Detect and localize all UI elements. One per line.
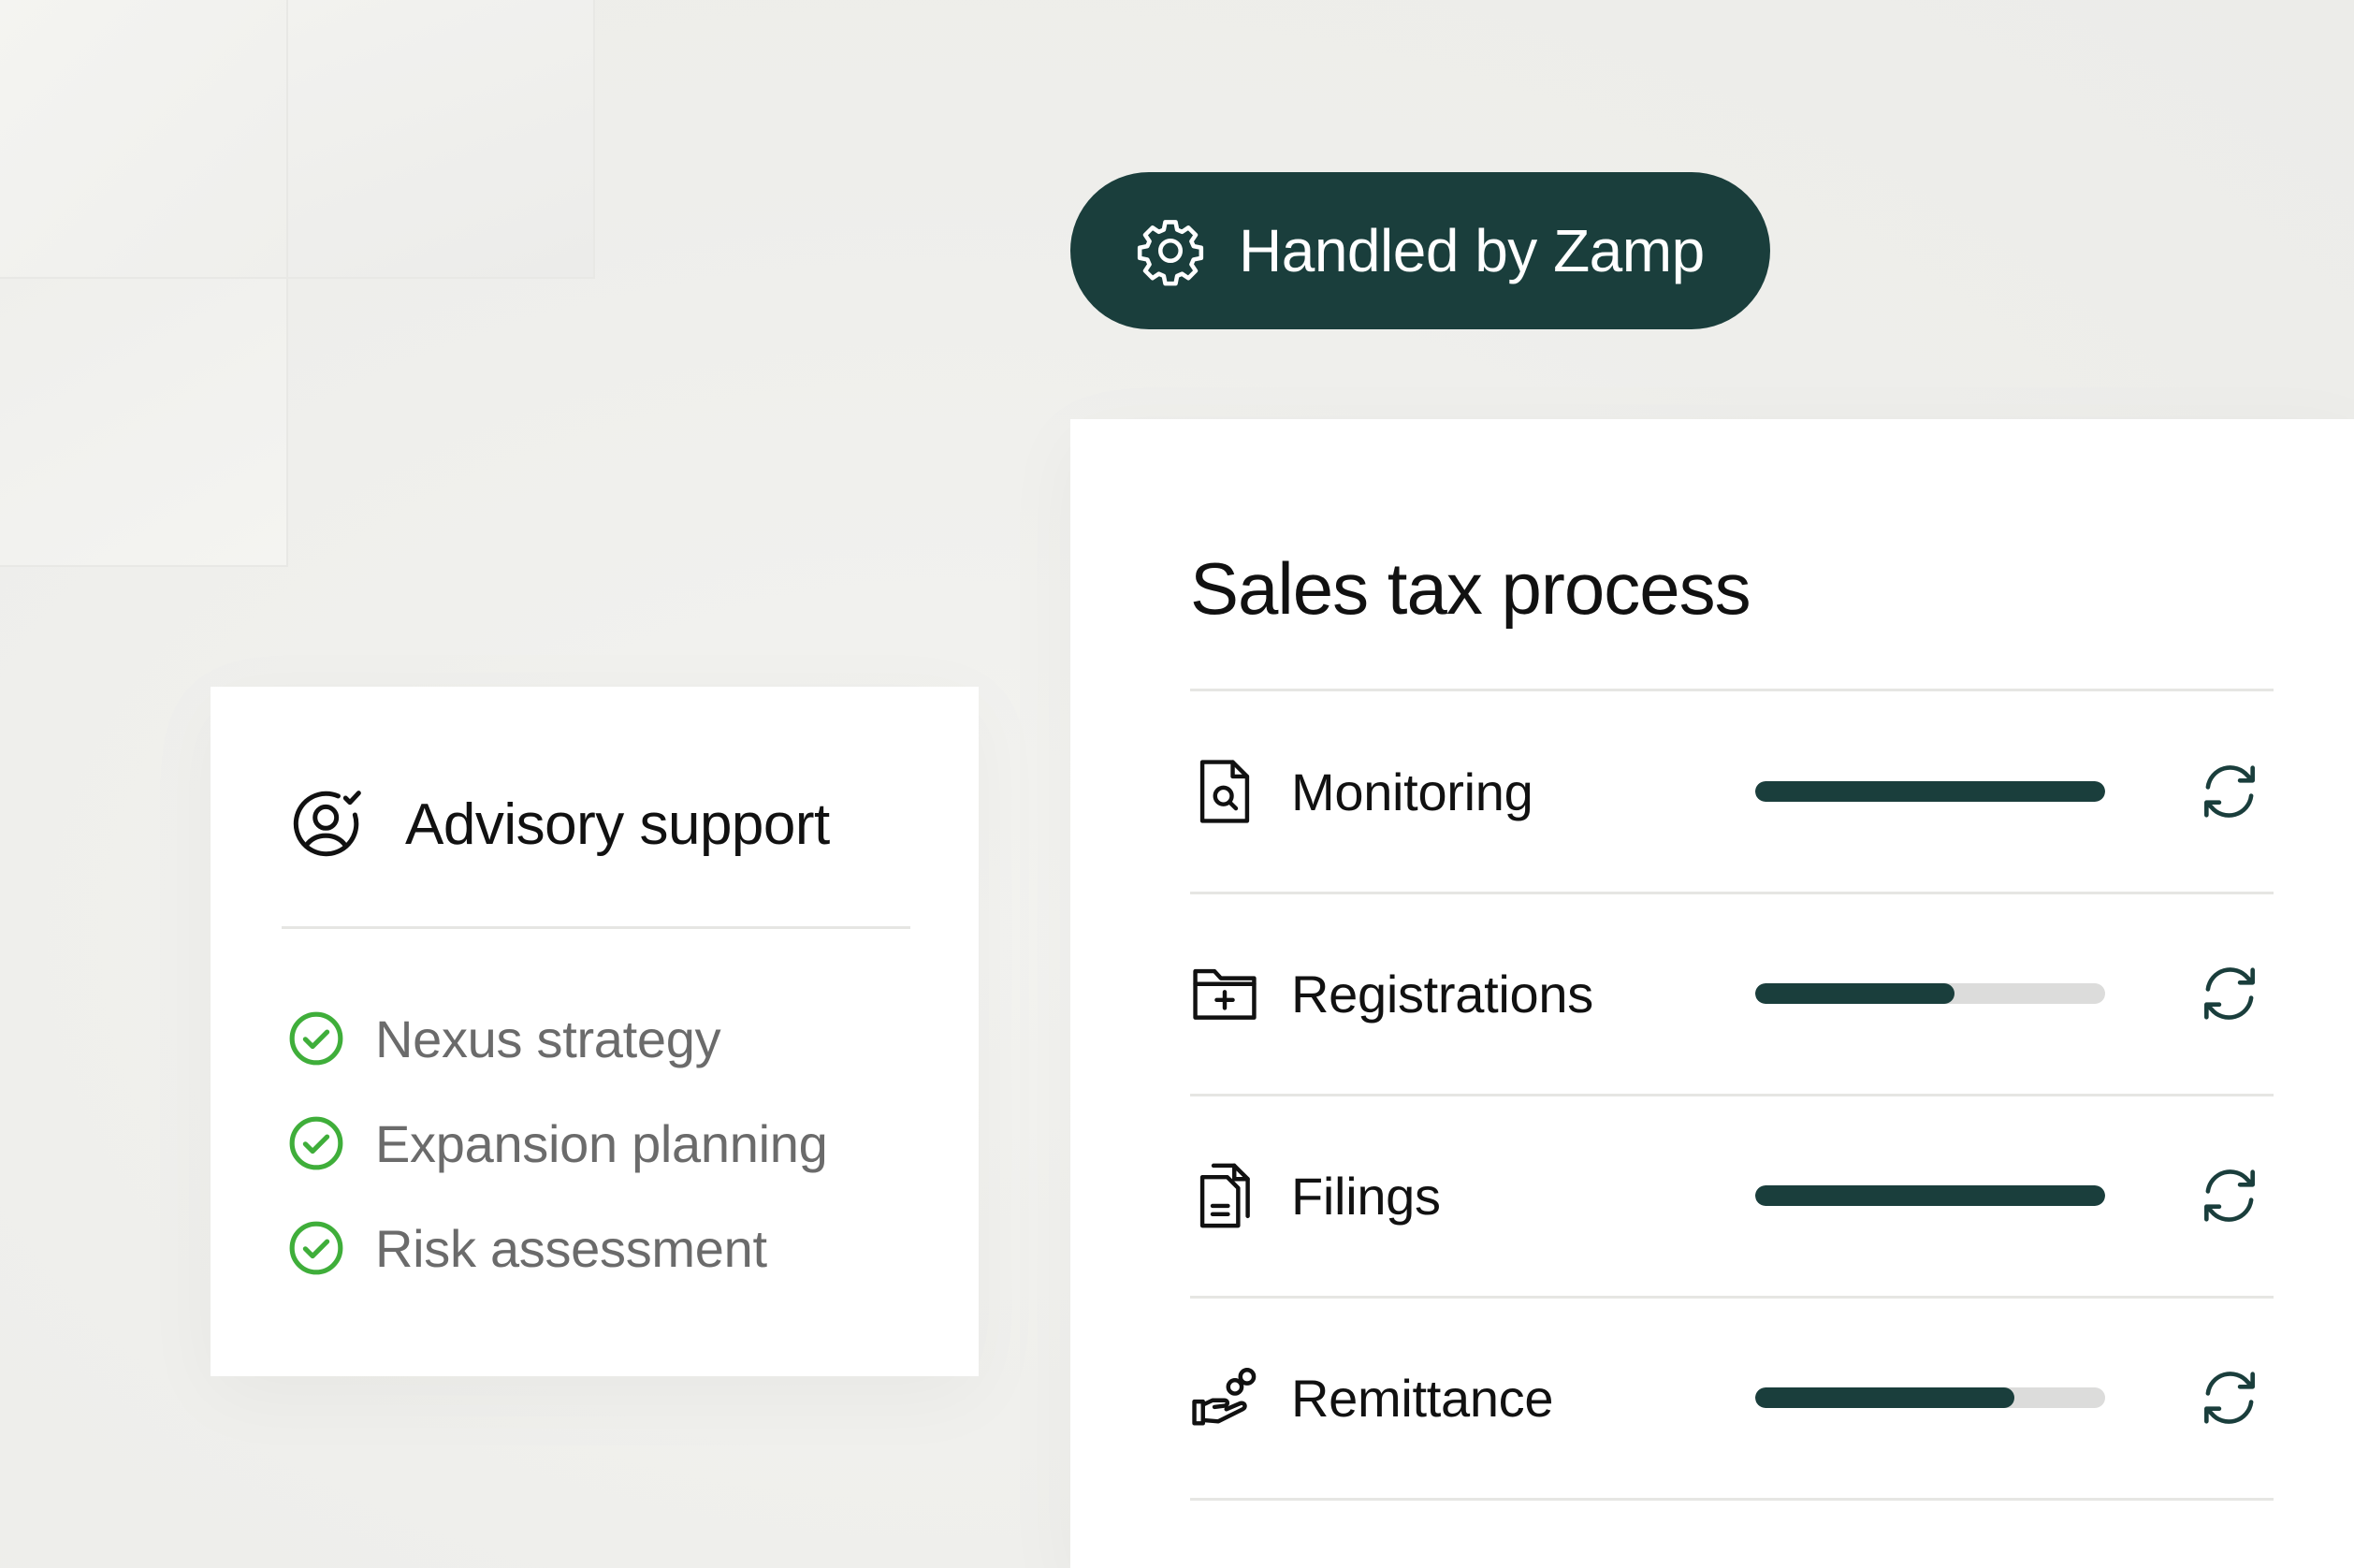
divider — [1190, 1498, 2274, 1501]
advisory-card: Advisory support Nexus strategy Expansio… — [211, 687, 979, 1376]
progress-bar — [1755, 781, 2105, 802]
progress-fill — [1755, 781, 2105, 802]
background-tile — [288, 0, 595, 279]
process-row-label: Remittance — [1291, 1368, 1554, 1428]
documents-icon — [1186, 1157, 1263, 1234]
sync-icon[interactable] — [2195, 757, 2264, 826]
sales-tax-title: Sales tax process — [1190, 547, 1751, 630]
list-item-label: Expansion planning — [375, 1113, 828, 1173]
process-row-remittance[interactable]: Remittance — [1190, 1298, 2274, 1498]
sales-tax-card: Sales tax process Monitoring Registratio… — [1070, 419, 2354, 1568]
progress-bar — [1755, 983, 2105, 1004]
list-item: Nexus strategy — [287, 986, 827, 1091]
gear-icon — [1134, 214, 1207, 287]
list-item: Expansion planning — [287, 1091, 828, 1196]
list-item: Risk assessment — [287, 1196, 827, 1300]
handled-badge: Handled by Zamp — [1070, 172, 1770, 329]
progress-fill — [1755, 983, 1955, 1004]
progress-fill — [1755, 1387, 2014, 1408]
check-circle-icon — [287, 1219, 345, 1277]
document-search-icon — [1186, 753, 1263, 830]
check-circle-icon — [287, 1009, 345, 1067]
progress-bar — [1755, 1185, 2105, 1206]
check-circle-icon — [287, 1114, 345, 1172]
divider — [282, 926, 910, 929]
advisory-title: Advisory support — [405, 791, 830, 857]
advisory-header: Advisory support — [287, 784, 830, 864]
progress-bar — [1755, 1387, 2105, 1408]
background-tile — [0, 0, 288, 279]
process-row-label: Registrations — [1291, 964, 1593, 1024]
hand-coins-icon — [1186, 1359, 1263, 1436]
process-row-registrations[interactable]: Registrations — [1190, 893, 2274, 1094]
badge-label: Handled by Zamp — [1239, 217, 1705, 284]
list-item-label: Risk assessment — [375, 1218, 767, 1278]
process-row-monitoring[interactable]: Monitoring — [1190, 691, 2274, 892]
process-row-label: Monitoring — [1291, 762, 1533, 821]
folder-plus-icon — [1186, 955, 1263, 1032]
sync-icon[interactable] — [2195, 1161, 2264, 1230]
canvas: Handled by Zamp Advisory support Nexus s… — [0, 0, 2354, 1568]
user-check-icon — [287, 784, 368, 864]
sync-icon[interactable] — [2195, 1363, 2264, 1432]
list-item-label: Nexus strategy — [375, 1009, 721, 1068]
process-row-label: Filings — [1291, 1166, 1441, 1226]
sync-icon[interactable] — [2195, 959, 2264, 1028]
advisory-list: Nexus strategy Expansion planning Risk a… — [287, 986, 828, 1300]
process-row-filings[interactable]: Filings — [1190, 1096, 2274, 1296]
progress-fill — [1755, 1185, 2105, 1206]
background-tile — [0, 279, 288, 567]
